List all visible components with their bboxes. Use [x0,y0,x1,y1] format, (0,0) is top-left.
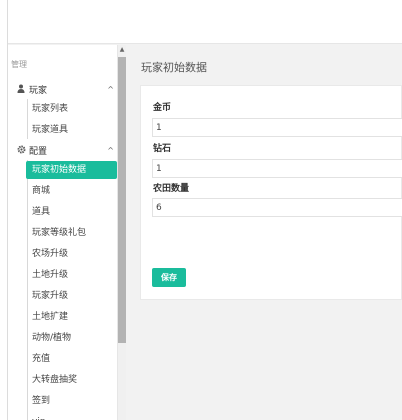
top-header-bar [0,0,402,44]
diamond-label: 钻石 [153,144,172,154]
sidebar-item-check-in[interactable]: 签到 [26,392,117,410]
sidebar: 管理 玩家 ^ 玩家列表 玩家道具 配置 ^ 玩家初始数据 商城 道具 玩家等级… [8,45,126,420]
page-title: 玩家初始数据 [141,61,207,74]
sidebar-item-recharge[interactable]: 充值 [26,350,117,368]
sidebar-group-label: 配置 [29,146,48,157]
sidebar-item-level-gift[interactable]: 玩家等级礼包 [26,224,117,242]
sidebar-scrollbar-thumb[interactable] [118,57,126,343]
sidebar-item-lucky-wheel[interactable]: 大转盘抽奖 [26,371,117,389]
main-content: 玩家初始数据 金币 钻石 农田数量 保存 [127,45,402,420]
save-button[interactable]: 保存 [152,268,186,287]
sidebar-item-player-items[interactable]: 玩家道具 [26,121,117,139]
sidebar-item-animals-plants[interactable]: 动物/植物 [26,329,117,347]
frame-edge [0,0,8,420]
sidebar-item-player-initial-data[interactable]: 玩家初始数据 [26,161,117,179]
diamond-input[interactable] [152,159,402,178]
sidebar-item-shop[interactable]: 商城 [26,182,117,200]
gear-icon [16,145,26,156]
sidebar-header: 管理 [11,60,27,69]
sidebar-item-player-upgrade[interactable]: 玩家升级 [26,287,117,305]
chevron-up-icon[interactable]: ^ [107,85,114,94]
gold-label: 金币 [153,103,172,113]
user-icon [16,84,26,95]
farmland-count-input[interactable] [152,198,402,217]
scroll-up-arrow-icon[interactable]: ▲ [118,46,126,54]
sidebar-group-config[interactable]: 配置 ^ [8,142,118,158]
gold-input[interactable] [152,118,402,137]
sidebar-group-players[interactable]: 玩家 ^ [8,81,118,97]
sidebar-item-items[interactable]: 道具 [26,203,117,221]
sidebar-item-land-upgrade[interactable]: 土地升级 [26,266,117,284]
sidebar-item-player-list[interactable]: 玩家列表 [26,100,117,118]
farmland-count-label: 农田数量 [153,184,190,194]
sidebar-item-land-expansion[interactable]: 土地扩建 [26,308,117,326]
chevron-up-icon[interactable]: ^ [107,146,114,155]
sidebar-group-label: 玩家 [29,85,48,96]
sidebar-item-vip[interactable]: vip [26,413,117,420]
sidebar-item-farm-upgrade[interactable]: 农场升级 [26,245,117,263]
form-card: 金币 钻石 农田数量 保存 [140,85,402,300]
